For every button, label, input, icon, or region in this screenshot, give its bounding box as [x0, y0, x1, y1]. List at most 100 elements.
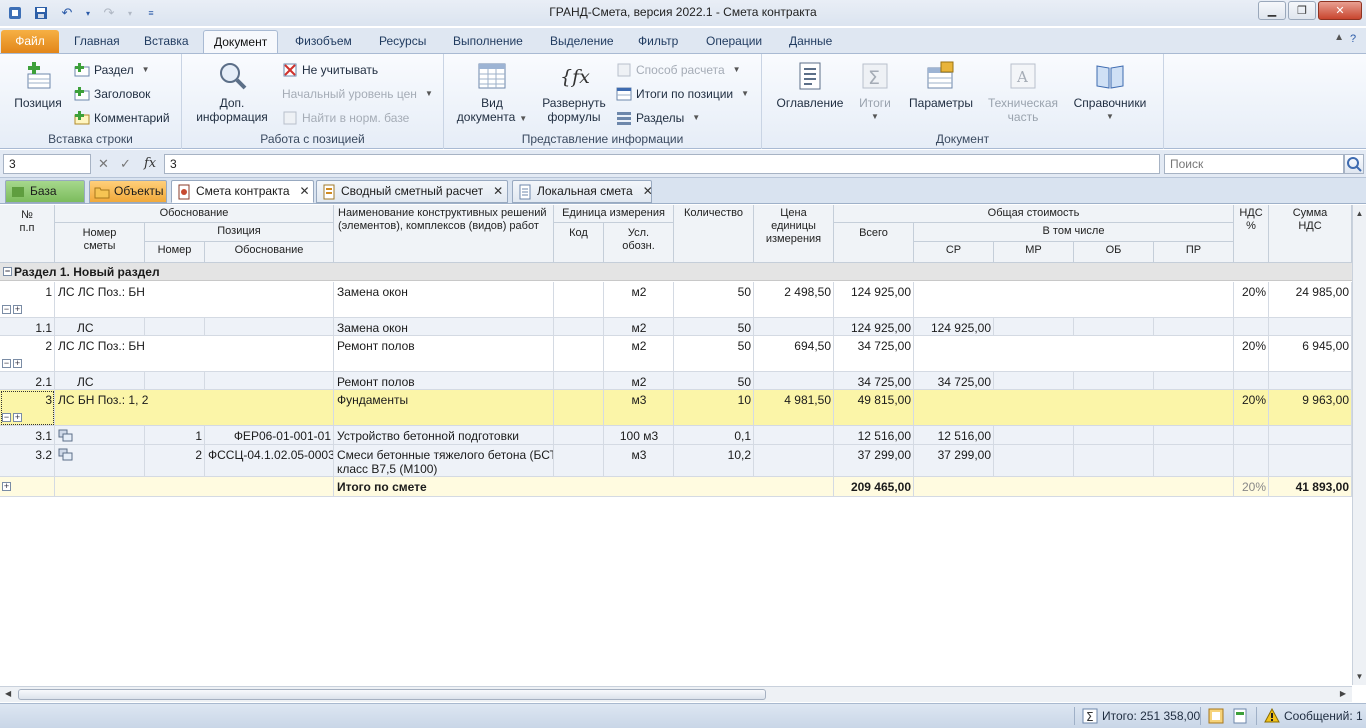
cell-mr[interactable] [994, 372, 1074, 390]
cell-pjust[interactable] [205, 372, 334, 390]
cell-price[interactable] [754, 318, 834, 336]
cell-qty[interactable]: 50 [674, 318, 754, 336]
cell-vatsum[interactable]: 24 985,00 [1269, 282, 1352, 318]
fx-icon[interactable]: fx [144, 156, 156, 171]
cell-name[interactable]: Устройство бетонной подготовки [334, 426, 554, 445]
totals-vat-percent[interactable]: 20% [1234, 477, 1269, 497]
cell-vatsum[interactable] [1269, 318, 1352, 336]
cell-total[interactable]: 34 725,00 [834, 336, 914, 372]
cell-vat[interactable] [1234, 445, 1269, 477]
ribbon-collapse-icon[interactable]: ▲ [1334, 32, 1344, 43]
cell-num[interactable]: 2− + [0, 336, 55, 372]
cell-est[interactable] [55, 445, 145, 477]
scroll-left-icon[interactable]: ◀ [5, 689, 11, 698]
cell-vat[interactable] [1234, 426, 1269, 445]
totals-sum[interactable]: 209 465,00 [834, 477, 914, 497]
totals-cell[interactable] [914, 477, 1234, 497]
cell-pr[interactable] [1154, 318, 1234, 336]
document-view-button[interactable]: Вид документа ▼ [456, 60, 528, 126]
cell-name[interactable]: Ремонт полов [334, 336, 554, 372]
cell-qty[interactable]: 10,2 [674, 445, 754, 477]
cell-unit[interactable]: м3 [604, 445, 674, 477]
cell-total[interactable]: 124 925,00 [834, 318, 914, 336]
header-sr[interactable]: СР [914, 242, 994, 263]
header-ob[interactable]: ОБ [1074, 242, 1154, 263]
cell-code[interactable] [554, 336, 604, 372]
confirm-edit-icon[interactable]: ✓ [120, 156, 131, 172]
cell-sr[interactable] [914, 336, 1234, 372]
view-page-button[interactable] [1208, 708, 1224, 724]
cell-sr[interactable]: 124 925,00 [914, 318, 994, 336]
cell-name[interactable]: Фундаменты [334, 390, 554, 426]
cell-qty[interactable]: 0,1 [674, 426, 754, 445]
maximize-button[interactable]: ❐ [1288, 1, 1316, 20]
horizontal-scrollbar[interactable]: ◀ ▶ [0, 686, 1352, 702]
cell-num[interactable]: 3.1 [0, 426, 55, 445]
tab-local-estimate[interactable]: Локальная смета ✕ [512, 180, 653, 203]
cell-qty[interactable]: 50 [674, 372, 754, 390]
cell-pr[interactable] [1154, 372, 1234, 390]
cell-pjust[interactable]: ФЕР06-01-001-01 [205, 426, 334, 445]
search-icon[interactable] [1344, 154, 1364, 174]
find-in-base-button[interactable]: Найти в норм. базе [282, 108, 409, 128]
tab-resources[interactable]: Ресурсы [369, 30, 436, 53]
cell-name[interactable]: Замена окон [334, 318, 554, 336]
collapse-section-icon[interactable]: − [3, 267, 12, 276]
formula-input[interactable]: 3 [164, 154, 1160, 174]
cell-qty[interactable]: 50 [674, 336, 754, 372]
status-total[interactable]: Σ Итого: 251 358,00 [1082, 708, 1200, 724]
cell-sr[interactable]: 12 516,00 [914, 426, 994, 445]
cell-est[interactable]: ЛС БН Поз.: 1, 2 [55, 390, 334, 426]
sections-button[interactable]: Разделы ▼ [616, 108, 700, 128]
header-pos-justification[interactable]: Обоснование [205, 242, 334, 263]
cell-code[interactable] [554, 372, 604, 390]
help-icon[interactable]: ? [1344, 30, 1362, 48]
header-mr[interactable]: МР [994, 242, 1074, 263]
cancel-edit-icon[interactable]: ✕ [98, 156, 109, 172]
cell-ob[interactable] [1074, 426, 1154, 445]
totals-cell[interactable]: + [0, 477, 55, 497]
cell-name[interactable]: Ремонт полов [334, 372, 554, 390]
horizontal-scroll-thumb[interactable] [18, 689, 766, 700]
insert-comment-button[interactable]: Комментарий [74, 108, 170, 128]
cell-num[interactable]: 1.1 [0, 318, 55, 336]
cell-pr[interactable] [1154, 426, 1234, 445]
cell-code[interactable] [554, 445, 604, 477]
cell-num[interactable]: 3− + [0, 390, 55, 426]
header-justification[interactable]: Обоснование [55, 205, 334, 223]
cell-sr[interactable] [914, 282, 1234, 318]
cell-unit[interactable]: 100 м3 [604, 426, 674, 445]
cell-price[interactable]: 2 498,50 [754, 282, 834, 318]
view-sheet-button[interactable] [1232, 708, 1248, 724]
collapse-row-icon[interactable]: − [2, 359, 11, 368]
cell-price[interactable] [754, 372, 834, 390]
cell-code[interactable] [554, 426, 604, 445]
cell-name[interactable]: Смеси бетонные тяжелого бетона (БСТ), кла… [334, 445, 554, 477]
header-pos-number[interactable]: Номер [145, 242, 205, 263]
expand-row-icon[interactable]: + [13, 413, 22, 422]
section-row[interactable]: − Раздел 1. Новый раздел [0, 263, 1352, 281]
vertical-scrollbar[interactable]: ▲ ▼ [1352, 205, 1366, 685]
tab-insert[interactable]: Вставка [134, 30, 199, 53]
cell-num[interactable]: 3.2 [0, 445, 55, 477]
totals-button[interactable]: Σ Итоги ▼ [850, 60, 900, 124]
expand-row-icon[interactable]: + [13, 359, 22, 368]
cell-mr[interactable] [994, 445, 1074, 477]
tab-operations[interactable]: Операции [696, 30, 772, 53]
table-of-contents-button[interactable]: Оглавление [772, 60, 848, 110]
header-unit-code[interactable]: Код [554, 223, 604, 263]
minimize-button[interactable]: ▁ [1258, 1, 1286, 20]
cell-price[interactable] [754, 445, 834, 477]
tab-data[interactable]: Данные [779, 30, 842, 53]
cell-est[interactable]: ЛС [55, 318, 145, 336]
cell-qty[interactable]: 50 [674, 282, 754, 318]
cell-unit[interactable]: м2 [604, 318, 674, 336]
header-position[interactable]: Позиция [145, 223, 334, 242]
cell-unit[interactable]: м2 [604, 336, 674, 372]
cell-vat[interactable]: 20% [1234, 282, 1269, 318]
calc-method-button[interactable]: Способ расчета ▼ [616, 60, 741, 80]
cell-code[interactable] [554, 390, 604, 426]
header-estimate-number[interactable]: Номер сметы [55, 223, 145, 263]
cell-pnum[interactable] [145, 318, 205, 336]
close-tab-icon[interactable]: ✕ [493, 181, 503, 202]
